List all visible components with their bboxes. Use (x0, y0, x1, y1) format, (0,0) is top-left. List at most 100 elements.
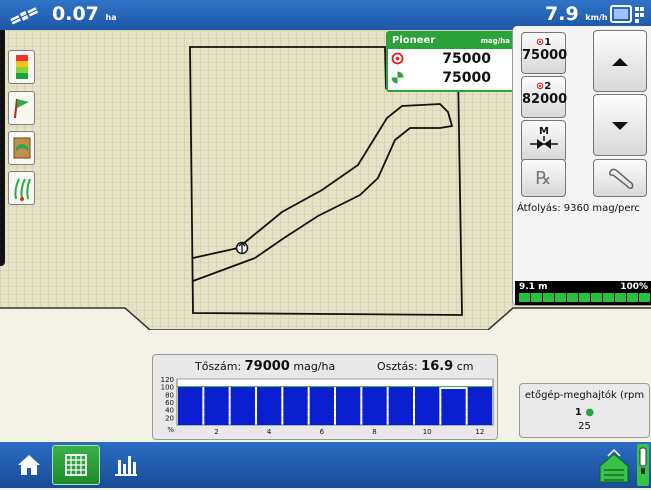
row-bar (204, 386, 229, 425)
row-population-chart: 12010080604020% 2 4 6 8 10 12 (161, 376, 494, 436)
section-segment (567, 293, 578, 302)
section-segment (519, 293, 530, 302)
chart-view-button[interactable] (106, 445, 146, 485)
product-header: Pioneer mag/ha (388, 33, 515, 49)
implement-status-bar: 9.1 m 100% (515, 281, 651, 305)
guidance-lines-icon (13, 178, 31, 201)
row-bar (388, 386, 413, 425)
section-segment (579, 293, 590, 302)
preset-2-label: 2 (544, 81, 552, 92)
row-bar (178, 386, 203, 425)
prescription-button[interactable]: ℞ (521, 159, 566, 197)
target-rate-value: 75000 (442, 51, 491, 67)
bar-chart-icon (115, 456, 137, 476)
row-bar (362, 386, 387, 425)
section-segment (603, 293, 614, 302)
legend-icon (15, 55, 28, 79)
section-segment (627, 293, 638, 302)
drive-number-row: 1 ● (520, 407, 649, 418)
spacing-readout: Osztás: 16.9 cm (377, 359, 474, 374)
row-bar (441, 388, 466, 425)
gps-satellite-icon (10, 7, 39, 25)
preset-2-value: 82000 (522, 92, 568, 107)
display-icon[interactable] (610, 4, 646, 26)
preset-rate-2-button[interactable]: ⊙2 82000 (521, 76, 568, 118)
row-bar (467, 386, 492, 425)
planter-status-icon[interactable] (598, 446, 632, 484)
x-tick-label: 12 (475, 428, 484, 436)
drive-status-icon: ● (585, 407, 595, 418)
usb-indicator[interactable] (637, 444, 649, 486)
arrow-up-icon (612, 58, 628, 66)
home-icon (18, 455, 40, 475)
product-unit: mag/ha (480, 37, 510, 45)
drive-rpm-value: 25 (578, 421, 591, 432)
rate-down-button[interactable] (593, 94, 647, 156)
wrench-icon (609, 168, 634, 189)
applied-rate-icon (391, 71, 404, 84)
preset-rate-1-button[interactable]: ⊙1 75000 (521, 32, 568, 74)
section-segment (531, 293, 542, 302)
population-chart-box: Tőszám: 79000 mag/ha Osztás: 16.9 cm 120… (152, 354, 498, 440)
x-tick-label: 2 (214, 428, 218, 436)
row-bar (336, 386, 361, 425)
speed-readout: 7.9 km/h (545, 3, 608, 25)
svg-text:M: M (539, 126, 549, 137)
usb-drive-icon (639, 447, 647, 474)
left-toolbar (0, 30, 36, 266)
y-tick-label: 20 (165, 414, 174, 422)
implement-percent: 100% (620, 282, 648, 292)
actual-rate-row: 75000 (388, 68, 515, 87)
section-segment (591, 293, 602, 302)
population-readout: Tőszám: 79000 mag/ha (195, 359, 336, 374)
drive-rpm-box[interactable]: etőgép-meghajtók (rpm 1 ● 25 (519, 383, 650, 438)
map-view-button[interactable] (52, 445, 100, 485)
flag-icon (13, 98, 29, 119)
home-button[interactable] (9, 445, 49, 485)
row-bar (415, 386, 440, 425)
product-rate-box[interactable]: Pioneer mag/ha 75000 75000 (386, 31, 517, 92)
drive-number: 1 (574, 407, 582, 418)
grid-map-icon (65, 454, 87, 476)
taskbar (0, 442, 651, 488)
x-tick-label: 10 (423, 428, 432, 436)
target-icon (391, 52, 404, 65)
area-readout: 0.07 ha (52, 3, 117, 25)
target-icon: ⊙ (535, 81, 545, 92)
drive-title: etőgép-meghajtók (rpm (524, 390, 645, 401)
boundary-button[interactable] (8, 131, 35, 165)
preset-1-label: 1 (544, 37, 552, 48)
settings-wrench-button[interactable] (593, 159, 647, 197)
x-tick-label: 4 (267, 428, 272, 436)
actual-rate-value: 75000 (442, 70, 491, 86)
y-tick-label: % (167, 426, 174, 434)
target-icon: ⊙ (535, 37, 545, 48)
arrow-down-icon (612, 122, 628, 130)
section-segment (555, 293, 566, 302)
target-rate-row: 75000 (388, 49, 515, 68)
flow-rate-text: Átfolyás: 9360 mag/perc (517, 203, 640, 214)
map-legend-button[interactable] (8, 50, 35, 84)
section-segment (615, 293, 626, 302)
flag-button[interactable] (8, 91, 35, 125)
field-boundary-icon (13, 137, 30, 159)
implement-width: 9.1 m (519, 282, 548, 292)
x-tick-label: 8 (372, 428, 376, 436)
toolbar-edge (0, 30, 5, 266)
guidance-button[interactable] (8, 171, 35, 205)
tractor-position-icon (235, 241, 249, 255)
section-segment (639, 293, 650, 302)
preset-1-value: 75000 (522, 48, 568, 63)
row-bar (283, 386, 308, 425)
prescription-icon: ℞ (535, 168, 552, 189)
row-bar (230, 386, 255, 425)
manual-valve-icon: M (529, 126, 558, 149)
manual-rate-button[interactable]: M (521, 120, 566, 162)
row-bar (257, 386, 282, 425)
rate-up-button[interactable] (593, 30, 647, 92)
product-name: Pioneer (392, 35, 436, 46)
row-bar (309, 386, 334, 425)
x-tick-label: 6 (320, 428, 325, 436)
section-segment (543, 293, 554, 302)
rate-control-panel: ⊙1 75000 ⊙2 82000 M ℞ Átfolyás: 9360 mag… (512, 26, 651, 306)
